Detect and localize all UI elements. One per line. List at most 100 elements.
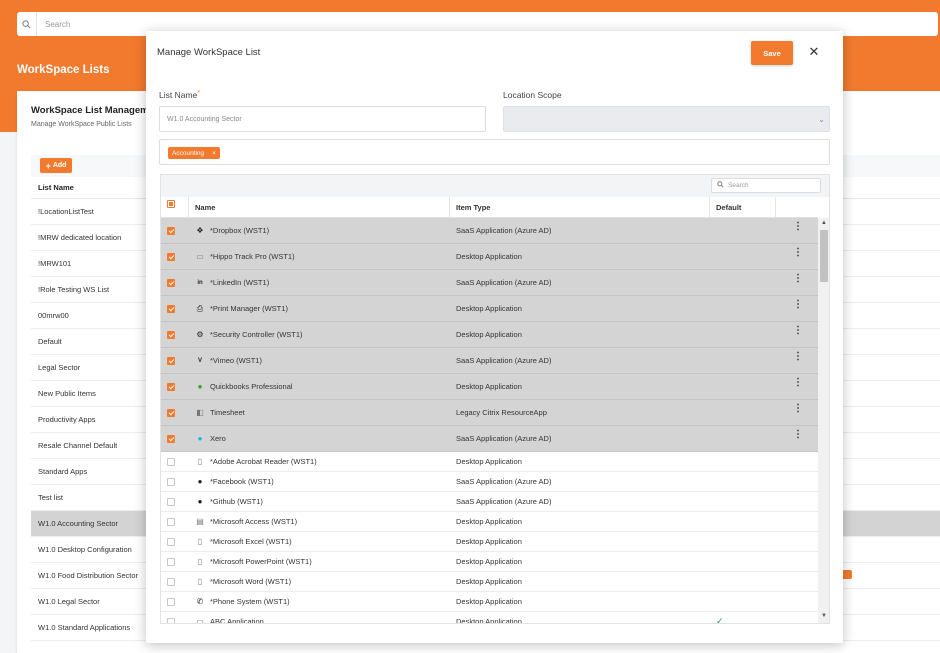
column-default[interactable]: Default [716, 197, 741, 217]
table-row[interactable]: ▯ *Microsoft Word (WST1) Desktop Applicati… [161, 572, 818, 592]
row-item-type: SaaS Application (Azure AD) [456, 226, 552, 235]
table-row[interactable]: V *Vimeo (WST1) SaaS Application (Azure AD… [161, 348, 818, 374]
row-item-type: Desktop Application [456, 304, 522, 313]
row-name-cell: ● Xero [195, 426, 226, 451]
table-row[interactable]: ▭ ABC Application Desktop Application ✓ [161, 612, 818, 624]
timesheet-icon: ◧ [196, 408, 204, 417]
row-name: ABC Application [210, 617, 264, 624]
row-checkbox[interactable] [167, 426, 175, 451]
row-name-cell: ▯ *Microsoft PowerPoint (WST1) [195, 552, 312, 571]
select-all-checkbox[interactable] [167, 194, 175, 214]
global-search-input[interactable]: Search [45, 20, 70, 29]
row-name: *Vimeo (WST1) [210, 356, 262, 365]
row-name-cell: ● *Facebook (WST1) [195, 472, 274, 491]
row-checkbox[interactable] [167, 552, 175, 571]
document-icon: ▯ [197, 557, 203, 566]
table-row[interactable]: ▯ *Microsoft PowerPoint (WST1) Desktop App… [161, 552, 818, 572]
row-name-cell: ▯ *Microsoft Word (WST1) [195, 572, 291, 591]
table-row[interactable]: ▯ *Adobe Acrobat Reader (WST1) Desktop App… [161, 452, 818, 472]
phone-icon: ✆ [196, 597, 204, 606]
table-row[interactable]: ● *Github (WST1) SaaS Application (Azure A… [161, 492, 818, 512]
row-name: *Facebook (WST1) [210, 477, 274, 486]
row-checkbox[interactable] [167, 270, 175, 295]
grid-search-input[interactable]: Search [711, 178, 821, 193]
tag-input[interactable]: Accounting × [159, 139, 830, 165]
row-menu-icon[interactable]: ⋮ [793, 370, 803, 395]
scroll-up-icon[interactable]: ▲ [821, 220, 827, 226]
table-row[interactable]: ▤ *Microsoft Access (WST1) Desktop Applica… [161, 512, 818, 532]
row-name-cell: ▭ ABC Application [195, 612, 264, 624]
list-name-label: List Name* [159, 90, 200, 100]
save-button[interactable]: Save [751, 41, 793, 65]
row-name: *Print Manager (WST1) [210, 304, 288, 313]
table-row[interactable]: in *LinkedIn (WST1) SaaS Application (Azur… [161, 270, 818, 296]
row-name-cell: ● *Github (WST1) [195, 492, 263, 511]
add-button[interactable]: + Add [40, 158, 72, 173]
row-menu-icon[interactable]: ⋮ [793, 214, 803, 239]
row-checkbox[interactable] [167, 296, 175, 321]
list-name-label-text: List Name [159, 90, 198, 100]
table-row[interactable]: ⎙ *Print Manager (WST1) Desktop Applicatio… [161, 296, 818, 322]
row-checkbox[interactable] [167, 322, 175, 347]
row-checkbox[interactable] [167, 512, 175, 531]
list-item-label: !MRW dedicated location [38, 233, 122, 242]
list-item-label: W1.0 Legal Sector [38, 597, 100, 606]
row-menu-icon[interactable]: ⋮ [793, 396, 803, 421]
tag-remove-icon[interactable]: × [212, 150, 216, 157]
row-checkbox[interactable] [167, 472, 175, 491]
row-checkbox[interactable] [167, 374, 175, 399]
list-item-label: !Role Testing WS List [38, 285, 110, 294]
table-row[interactable]: ▭ *Hippo Track Pro (WST1) Desktop Applicat… [161, 244, 818, 270]
row-menu-icon[interactable]: ⋮ [793, 422, 803, 447]
column-item-type[interactable]: Item Type [456, 197, 490, 217]
close-icon[interactable]: ✕ [807, 43, 821, 61]
document-icon: ▯ [197, 457, 203, 466]
row-item-type: Desktop Application [456, 457, 522, 466]
grid-body: ❖ *Dropbox (WST1) SaaS Application (Azure … [161, 218, 818, 624]
row-checkbox[interactable] [167, 218, 175, 243]
table-row[interactable]: ⚙ *Security Controller (WST1) Desktop Appl… [161, 322, 818, 348]
row-menu-icon[interactable]: ⋮ [793, 292, 803, 317]
row-checkbox[interactable] [167, 492, 175, 511]
app-icon: ▭ [196, 617, 204, 624]
row-checkbox[interactable] [167, 400, 175, 425]
row-menu-icon[interactable]: ⋮ [793, 266, 803, 291]
list-item-label: W1.0 Standard Applications [38, 623, 131, 632]
row-checkbox[interactable] [167, 592, 175, 611]
row-name: *Adobe Acrobat Reader (WST1) [210, 457, 317, 466]
row-name: *Hippo Track Pro (WST1) [210, 252, 295, 261]
row-checkbox[interactable] [167, 348, 175, 373]
row-name: *Phone System (WST1) [210, 597, 290, 606]
scroll-down-icon[interactable]: ▼ [821, 613, 827, 619]
table-row[interactable]: ● Quickbooks Professional Desktop Applicat… [161, 374, 818, 400]
grid-scrollbar[interactable]: ▲ ▼ [818, 218, 829, 623]
security-icon: ⚙ [196, 330, 204, 339]
table-row[interactable]: ● *Facebook (WST1) SaaS Application (Azure… [161, 472, 818, 492]
applications-grid: Search Name Item Type Default ❖ *Dropbox … [160, 174, 830, 624]
table-row[interactable]: ❖ *Dropbox (WST1) SaaS Application (Azure … [161, 218, 818, 244]
table-row[interactable]: ▯ *Microsoft Excel (WST1) Desktop Applicat… [161, 532, 818, 552]
row-name-cell: V *Vimeo (WST1) [195, 348, 262, 373]
column-name[interactable]: Name [195, 197, 215, 217]
modal-title: Manage WorkSpace List [157, 47, 261, 58]
table-row[interactable]: ● Xero SaaS Application (Azure AD) ⋮ [161, 426, 818, 452]
row-checkbox[interactable] [167, 452, 175, 471]
manage-workspace-list-modal: Manage WorkSpace List Save ✕ List Name* … [146, 31, 843, 643]
grid-header: Name Item Type Default [161, 197, 818, 218]
row-menu-icon[interactable]: ⋮ [793, 318, 803, 343]
scrollbar-thumb[interactable] [820, 230, 828, 282]
row-menu-icon[interactable]: ⋮ [793, 344, 803, 369]
row-checkbox[interactable] [167, 244, 175, 269]
github-icon: ● [197, 497, 203, 506]
table-row[interactable]: ✆ *Phone System (WST1) Desktop Application [161, 592, 818, 612]
location-scope-select[interactable]: ⌄ [503, 106, 830, 132]
table-row[interactable]: ◧ Timesheet Legacy Citrix ResourceApp ⋮ [161, 400, 818, 426]
row-checkbox[interactable] [167, 532, 175, 551]
list-item-label: 00mrw00 [38, 311, 69, 320]
list-name-input[interactable]: W1.0 Accounting Sector [159, 106, 486, 132]
row-item-type: Desktop Application [456, 382, 522, 391]
row-menu-icon[interactable]: ⋮ [793, 240, 803, 265]
row-checkbox[interactable] [167, 612, 175, 623]
row-checkbox[interactable] [167, 572, 175, 591]
tag-chip: Accounting × [168, 147, 220, 159]
